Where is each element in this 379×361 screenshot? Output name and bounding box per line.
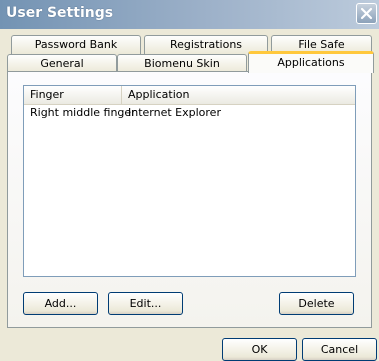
tab-label: Applications <box>277 56 345 69</box>
ok-button[interactable]: OK <box>222 338 297 361</box>
column-header-finger[interactable]: Finger <box>24 86 122 104</box>
finger-application-list[interactable]: Finger Application Right middle finger I… <box>23 85 356 277</box>
tab-general[interactable]: General <box>7 54 117 72</box>
applications-panel: Finger Application Right middle finger I… <box>7 71 372 328</box>
tab-label: Password Bank <box>34 38 118 51</box>
cancel-button[interactable]: Cancel <box>302 338 377 361</box>
tab-applications[interactable]: Applications <box>248 51 374 73</box>
tab-label: General <box>40 57 84 70</box>
close-icon <box>360 7 373 20</box>
list-header: Finger Application <box>24 86 355 105</box>
tab-biomenu-skin[interactable]: Biomenu Skin <box>117 54 247 72</box>
tab-label: Registrations <box>169 38 243 51</box>
tab-password-bank[interactable]: Password Bank <box>11 35 141 54</box>
list-row[interactable]: Right middle finger Internet Explorer <box>24 105 355 121</box>
add-button[interactable]: Add... <box>23 292 98 315</box>
edit-button[interactable]: Edit... <box>108 292 183 315</box>
title-bar[interactable]: User Settings <box>0 0 379 29</box>
close-button[interactable] <box>356 3 377 24</box>
cell-application: Internet Explorer <box>128 106 221 119</box>
tab-label: Biomenu Skin <box>144 57 220 70</box>
tab-label: File Safe <box>298 38 345 51</box>
delete-button[interactable]: Delete <box>279 292 354 315</box>
column-header-application[interactable]: Application <box>122 86 355 104</box>
window-title: User Settings <box>6 5 114 21</box>
cell-finger: Right middle finger <box>30 106 136 119</box>
